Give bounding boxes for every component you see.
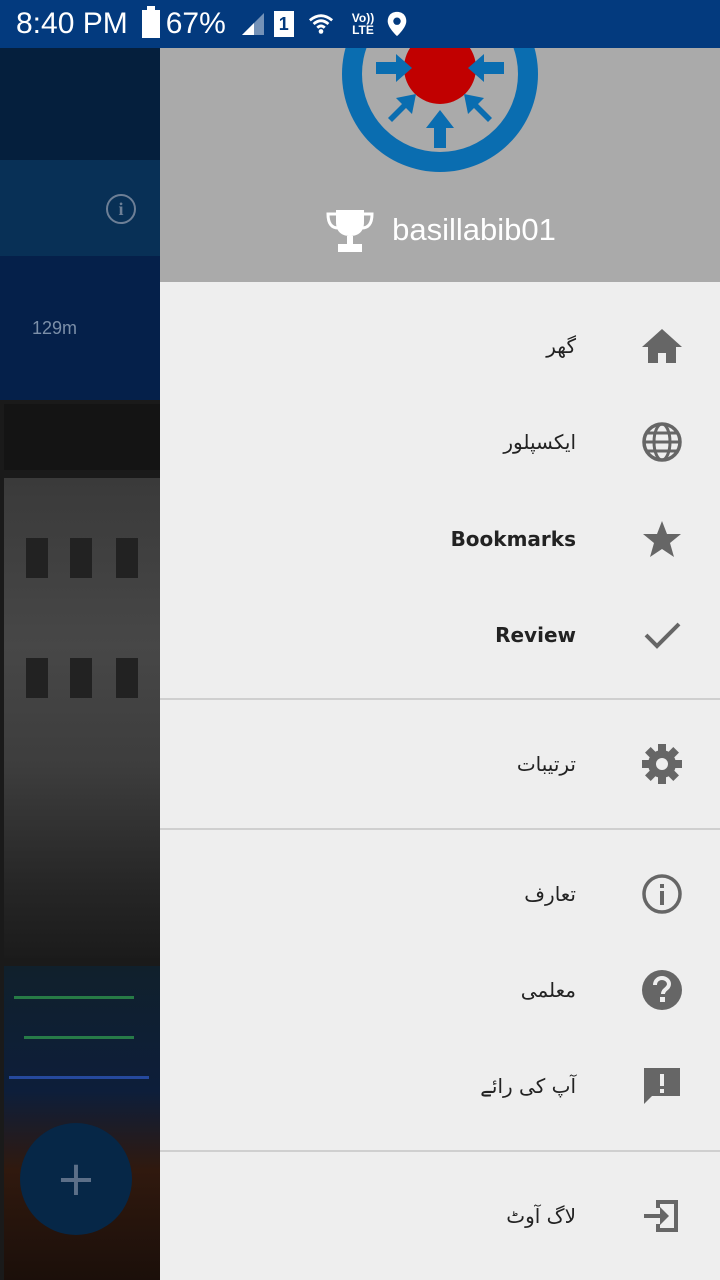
menu-item-home[interactable]: گھر [160, 298, 720, 394]
add-fab-button[interactable]: + [20, 1123, 132, 1235]
photo-detail [116, 658, 138, 698]
menu-item-bookmarks[interactable]: Bookmarks [160, 491, 720, 587]
background-feed: i 129m + [0, 48, 160, 1280]
wifi-icon [308, 14, 333, 34]
menu-item-label: ترتیبات [516, 752, 576, 776]
menu-item-label: گھر [546, 334, 576, 358]
menu-item-review[interactable]: Review [160, 587, 720, 683]
star-icon [638, 515, 686, 563]
photo-detail [70, 658, 92, 698]
battery-icon [141, 6, 160, 38]
feed-card[interactable]: 129m [0, 256, 160, 400]
menu-item-label: Review [495, 623, 576, 647]
trophy-icon [326, 210, 374, 252]
menu-item-label: لاگ آوٹ [506, 1204, 576, 1228]
distance-label: 129m [32, 318, 78, 338]
info-icon[interactable]: i [106, 194, 136, 224]
divider [160, 1150, 720, 1152]
feedback-icon [638, 1062, 686, 1110]
drawer-header: basillabib01 [160, 48, 720, 282]
photo-detail [116, 538, 138, 578]
feed-card-selected[interactable] [0, 160, 160, 256]
photo-detail [9, 1076, 149, 1079]
menu-item-explore[interactable]: ایکسپلور [160, 394, 720, 490]
photo-detail [70, 538, 92, 578]
menu-item-tutorial[interactable]: معلمی [160, 942, 720, 1038]
menu-item-feedback[interactable]: آپ کی رائے [160, 1038, 720, 1134]
sim-slot-badge: 1 [273, 11, 294, 37]
status-time: 8:40 PM [16, 7, 128, 40]
divider [160, 828, 720, 830]
feed-card[interactable] [0, 48, 160, 160]
photo-detail [26, 538, 48, 578]
status-bar: 8:40 PM 67% 1 Vo)) LTE [0, 0, 720, 48]
photo-thumbnail[interactable] [4, 404, 160, 470]
menu-item-settings[interactable]: ترتیبات [160, 716, 720, 812]
location-pin-icon [387, 11, 407, 37]
user-row[interactable]: basillabib01 [160, 204, 720, 256]
gear-icon [638, 740, 686, 788]
menu-item-label: ایکسپلور [503, 430, 576, 454]
info-icon [638, 870, 686, 918]
volte-bottom: LTE [352, 23, 374, 37]
menu-item-label: Bookmarks [450, 527, 576, 551]
battery-percent: 67% [165, 7, 226, 40]
menu-item-about[interactable]: تعارف [160, 846, 720, 942]
navigation-drawer: basillabib01 گھر ایکسپلور Bookmarks Revi… [160, 48, 720, 1280]
username: basillabib01 [392, 212, 556, 247]
photo-detail [24, 1036, 134, 1039]
menu-item-label: معلمی [520, 978, 576, 1002]
photo-detail [14, 996, 134, 999]
photo-detail [26, 658, 48, 698]
menu-item-logout[interactable]: لاگ آوٹ [160, 1168, 720, 1264]
photo-thumbnail[interactable] [4, 478, 160, 958]
home-icon [638, 322, 686, 370]
logout-icon [638, 1192, 686, 1240]
help-icon [638, 966, 686, 1014]
menu-item-label: آپ کی رائے [480, 1074, 576, 1098]
app-logo [342, 48, 538, 172]
volte-icon: Vo)) LTE [352, 12, 374, 36]
check-icon [638, 611, 686, 659]
globe-icon [638, 418, 686, 466]
cell-signal-icon [241, 13, 264, 35]
menu-item-label: تعارف [524, 882, 576, 906]
divider [160, 698, 720, 700]
